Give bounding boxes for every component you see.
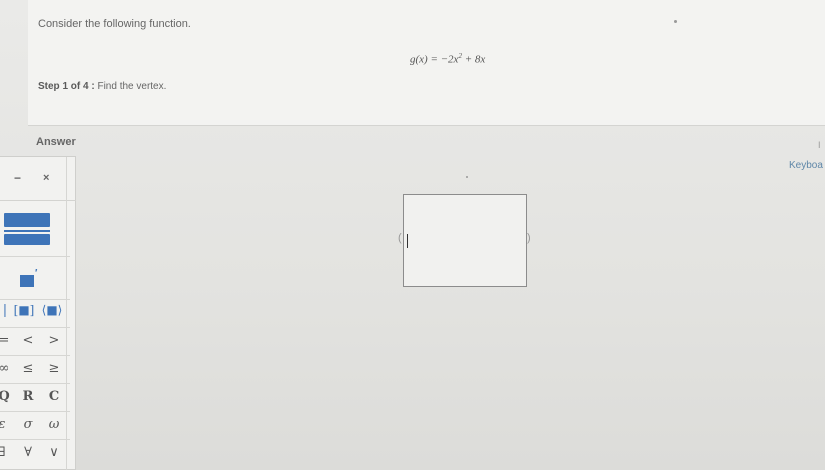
- minimize-palette-button[interactable]: −: [14, 171, 21, 185]
- text-cursor: [407, 234, 408, 248]
- omega-button[interactable]: ω: [42, 417, 66, 432]
- edge-marker: I: [818, 140, 821, 150]
- question-panel: Consider the following function. g(x) = …: [28, 0, 825, 126]
- step-text: Find the vertex.: [97, 81, 167, 92]
- complex-button[interactable]: C: [42, 389, 66, 404]
- prime-button[interactable]: ′: [16, 267, 46, 293]
- reals-button[interactable]: R: [16, 389, 40, 404]
- close-palette-button[interactable]: ×: [43, 172, 49, 184]
- decorative-dot: [466, 176, 468, 178]
- keyboard-link[interactable]: Keyboa: [789, 160, 823, 171]
- palette-toolbar: − ×: [0, 157, 76, 201]
- decorative-dot: [674, 20, 677, 23]
- bracket-button[interactable]: [■]: [10, 303, 38, 317]
- or-button[interactable]: ∨: [42, 445, 66, 460]
- step-instruction: Step 1 of 4 : Find the vertex.: [38, 81, 166, 92]
- forall-button[interactable]: ∀: [16, 445, 40, 460]
- palette-divider: [0, 256, 70, 257]
- function-equation: g(x) = −2x2 + 8x: [410, 52, 485, 66]
- less-than-button[interactable]: <: [16, 333, 40, 348]
- answer-label: Answer: [36, 136, 76, 148]
- fraction-bar-icon: [4, 230, 50, 232]
- fraction-button[interactable]: [0, 207, 66, 255]
- equals-button[interactable]: =: [0, 333, 10, 348]
- prime-mark-icon: ′: [35, 268, 38, 279]
- step-label: Step 1 of 4 :: [38, 81, 95, 92]
- answer-input-box[interactable]: [403, 194, 527, 287]
- rationals-button[interactable]: Q: [0, 389, 12, 404]
- prime-box-icon: [20, 275, 34, 287]
- palette-divider: [0, 439, 70, 440]
- answer-left-paren: (: [398, 232, 402, 244]
- sigma-button[interactable]: σ: [16, 417, 40, 432]
- less-equal-button[interactable]: ≤: [16, 361, 40, 376]
- math-palette: − × ′ | [■] ⟨■⟩ = < > ∞ ≤ ≥ Q R C σ ω ∃ …: [0, 156, 76, 470]
- question-prompt: Consider the following function.: [38, 18, 191, 30]
- page: Consider the following function. g(x) = …: [0, 0, 825, 470]
- palette-edge: [66, 157, 67, 470]
- fraction-numerator-icon: [4, 213, 50, 227]
- greater-equal-button[interactable]: ≥: [42, 361, 66, 376]
- palette-divider: [0, 383, 70, 384]
- greater-than-button[interactable]: >: [42, 333, 66, 348]
- palette-divider: [0, 299, 70, 300]
- palette-divider: [0, 411, 70, 412]
- epsilon-button[interactable]: ε: [0, 417, 8, 432]
- angle-bracket-button[interactable]: ⟨■⟩: [38, 303, 66, 317]
- equation-rhs: + 8x: [461, 53, 486, 66]
- equation-lhs: g(x) = −2x: [410, 53, 459, 66]
- fraction-denominator-icon: [4, 234, 50, 245]
- answer-right-paren: ): [527, 232, 531, 244]
- palette-divider: [0, 327, 70, 328]
- palette-divider: [0, 355, 70, 356]
- infinity-button[interactable]: ∞: [0, 361, 12, 376]
- exists-button[interactable]: ∃: [0, 445, 8, 460]
- abs-value-button[interactable]: |: [0, 303, 10, 318]
